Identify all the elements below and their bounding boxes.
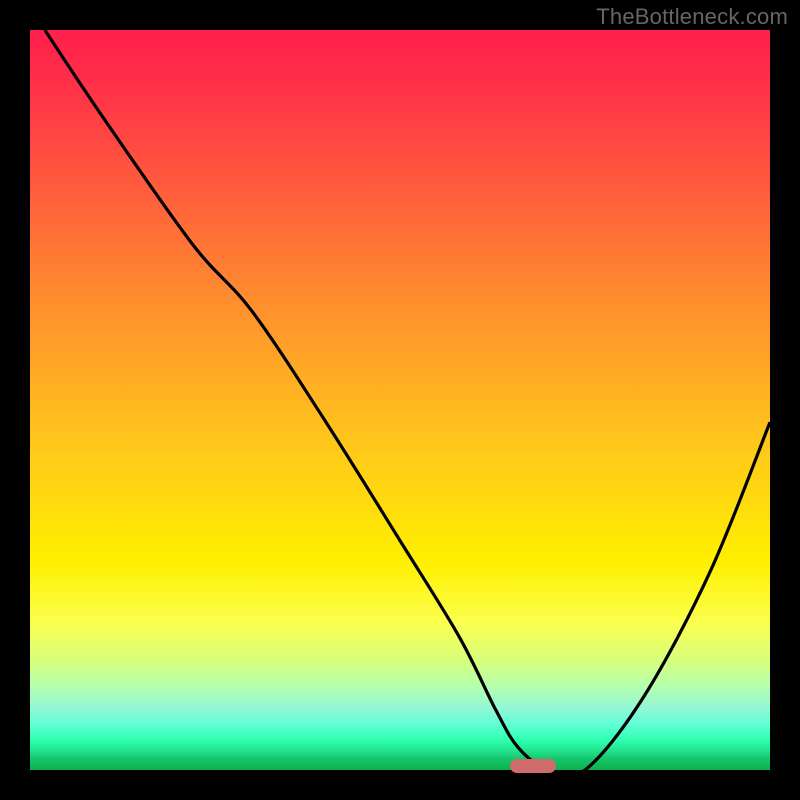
bottleneck-curve	[45, 30, 770, 776]
curve-svg	[30, 30, 770, 770]
plot-area	[30, 30, 770, 770]
watermark-text: TheBottleneck.com	[596, 4, 788, 30]
chart-frame: TheBottleneck.com	[0, 0, 800, 800]
optimal-marker	[510, 759, 556, 773]
